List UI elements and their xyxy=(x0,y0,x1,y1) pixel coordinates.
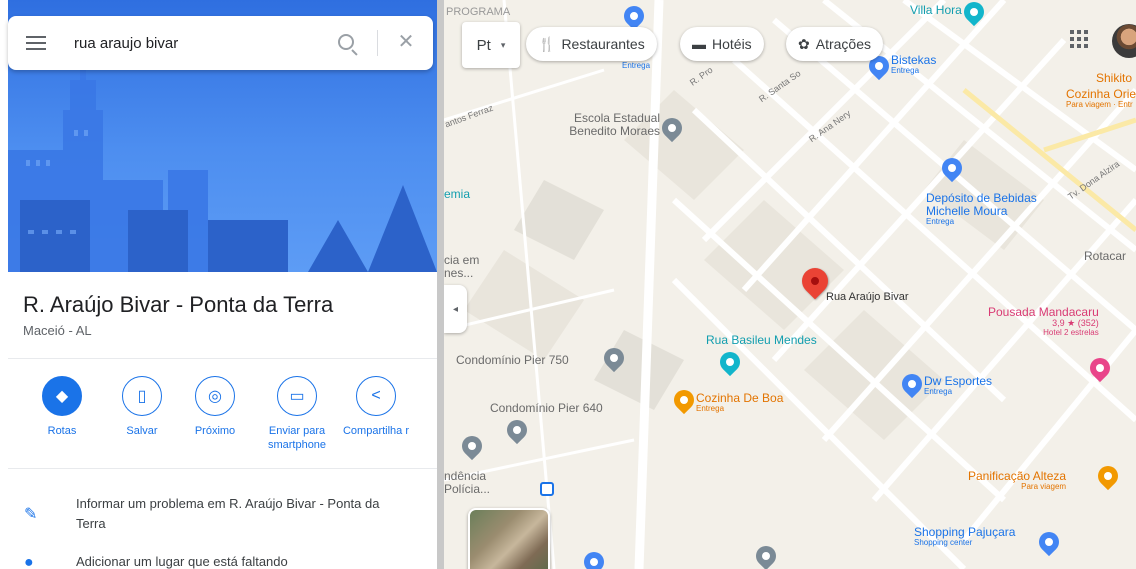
add-missing-place-link[interactable]: ● Adicionar um lugar que está faltando xyxy=(24,552,424,569)
cozinha-oriental-sub: Para viagem · Entr xyxy=(1066,100,1133,110)
cozinha-boa-name: Cozinha De Boa xyxy=(696,391,784,405)
shopping-sub: Shopping center xyxy=(914,538,973,548)
cozinha-boa-sub: Entrega xyxy=(696,404,725,414)
map-label-villa-hora: Villa Hora xyxy=(910,3,962,17)
report-problem-text: Informar um problema em R. Araújo Bivar … xyxy=(76,496,380,532)
phone-icon: ▭ xyxy=(277,376,317,416)
map-label-pousada: Pousada Mandacaru 3,9 ★ (352) Hotel 2 estr… xyxy=(988,305,1099,338)
bistekas-name: Bistekas xyxy=(891,53,937,67)
save-button[interactable]: ▯ Salvar xyxy=(102,376,182,438)
bus-stop-icon[interactable] xyxy=(540,482,554,496)
shopping-name: Shopping Pajuçara xyxy=(914,525,1016,539)
map-label-escola: Escola Estadual Benedito Moraes xyxy=(569,111,660,139)
policia-text: Polícia... xyxy=(444,482,491,497)
ndencia-text: ndência xyxy=(444,469,487,483)
dw-name: Dw Esportes xyxy=(924,374,993,388)
nearby-button[interactable]: ◎ Próximo xyxy=(175,376,255,438)
divider-line xyxy=(8,358,437,359)
map-label-shopping: Shopping Pajuçara Shopping center xyxy=(914,525,1016,548)
map-label-cia-em: cia em nes... xyxy=(444,253,480,281)
share-icon: < xyxy=(356,376,396,416)
send-to-phone-label: Enviar para smartphone xyxy=(267,425,327,452)
panificacao-sub: Para viagem xyxy=(1021,482,1067,492)
save-label: Salvar xyxy=(126,425,158,437)
chip-hotels-label: Hotéis xyxy=(712,36,752,52)
map-label-condominio-640: Condomínio Pier 640 xyxy=(490,401,603,415)
directions-icon: ◆ xyxy=(42,376,82,416)
location-pin-icon: ● xyxy=(24,554,34,569)
map-label-shikito: Shikito xyxy=(1096,71,1133,85)
directions-button[interactable]: ◆ Rotas xyxy=(22,376,102,438)
map-label-rua-basileu: Rua Basileu Mendes xyxy=(706,333,817,347)
map-label-cozinha-boa: Cozinha De Boa Entrega xyxy=(696,391,784,414)
map-label-panificacao: Panificação Alteza Para viagem xyxy=(968,469,1067,492)
menu-icon[interactable] xyxy=(26,36,46,50)
deposito-name: Depósito de Bebidas Michelle Moura xyxy=(926,191,1037,219)
deposito-sub: Entrega xyxy=(926,217,955,227)
search-box: ✕ xyxy=(8,16,433,70)
pousada-sub: Hotel 2 estrelas xyxy=(1043,328,1099,338)
map-label-emia: emia xyxy=(444,187,471,201)
nes-text: nes... xyxy=(444,266,474,281)
chevron-down-icon: ▾ xyxy=(500,39,506,50)
pencil-icon: ✎ xyxy=(24,506,38,523)
layers-label: Pt xyxy=(476,36,491,54)
map-label-programa: PROGRAMA xyxy=(446,6,511,18)
share-label: Compartilha r xyxy=(342,425,410,437)
attraction-icon: ✿ xyxy=(798,35,810,52)
layers-button[interactable]: Pt ▾ xyxy=(462,22,520,68)
add-missing-place-text: Adicionar um lugar que está faltando xyxy=(76,554,288,569)
chip-restaurants[interactable]: 🍴 Restaurantes xyxy=(526,27,657,61)
chip-hotels[interactable]: ▬ Hotéis xyxy=(680,27,764,61)
divider-line xyxy=(8,468,437,469)
map-label-rua-araujo: Rua Araújo Bivar xyxy=(826,291,909,303)
apps-grid-icon[interactable] xyxy=(1070,30,1088,48)
cozinha-oriental-name: Cozinha Orien xyxy=(1066,87,1136,101)
bistekas-sub: Entrega xyxy=(891,66,920,76)
chip-restaurants-label: Restaurantes xyxy=(561,36,645,52)
search-separator xyxy=(377,30,378,56)
directions-label: Rotas xyxy=(47,425,77,437)
map-label-deposito: Depósito de Bebidas Michelle Moura Entreg… xyxy=(926,191,1076,227)
side-panel: ✕ R. Araújo Bivar - Ponta da Terra Macei… xyxy=(0,0,437,569)
map-label-condominio-750: Condomínio Pier 750 xyxy=(456,353,569,367)
dw-sub: Entrega xyxy=(924,387,953,397)
chevron-left-icon: ◂ xyxy=(452,303,459,315)
map-label-cozinha-oriental: Cozinha Orien Para viagem · Entr xyxy=(1066,87,1136,110)
map-label-dw: Dw Esportes Entrega xyxy=(924,374,993,397)
close-icon[interactable]: ✕ xyxy=(396,32,416,52)
place-subtitle: Maceió - AL xyxy=(23,323,92,338)
nearby-icon: ◎ xyxy=(195,376,235,416)
map-canvas[interactable]: PROGRAMA Entrega antos Ferraz R. Pro R. … xyxy=(444,0,1136,569)
place-title: R. Araújo Bivar - Ponta da Terra xyxy=(23,292,334,317)
cia-em-text: cia em xyxy=(444,253,480,267)
action-buttons: ◆ Rotas ▯ Salvar ◎ Próximo ▭ Enviar para… xyxy=(22,376,432,466)
search-icon[interactable] xyxy=(338,34,354,50)
chip-attractions-label: Atrações xyxy=(815,36,871,52)
nearby-label: Próximo xyxy=(194,425,236,437)
restaurant-icon: 🍴 xyxy=(538,35,556,52)
share-button[interactable]: < Compartilha r xyxy=(336,376,416,438)
send-to-phone-button[interactable]: ▭ Enviar para smartphone xyxy=(257,376,337,453)
panificacao-name: Panificação Alteza xyxy=(968,469,1067,483)
chip-attractions[interactable]: ✿ Atrações xyxy=(786,27,883,61)
collapse-panel-button[interactable]: ◂ xyxy=(444,285,467,333)
bookmark-icon: ▯ xyxy=(122,376,162,416)
satellite-layer-thumbnail[interactable] xyxy=(468,508,550,569)
bed-icon: ▬ xyxy=(692,36,706,52)
pousada-name: Pousada Mandacaru xyxy=(988,305,1099,319)
map-label-entrega: Entrega xyxy=(622,61,651,70)
map-label-bistekas: Bistekas Entrega xyxy=(891,53,937,76)
report-problem-link[interactable]: ✎ Informar um problema em R. Araújo Biva… xyxy=(24,494,424,534)
map-label-rotacar: Rotacar xyxy=(1084,249,1127,263)
search-input[interactable] xyxy=(74,34,309,52)
panel-divider xyxy=(437,0,444,569)
map-label-policia: ndência Polícia... xyxy=(444,469,491,497)
